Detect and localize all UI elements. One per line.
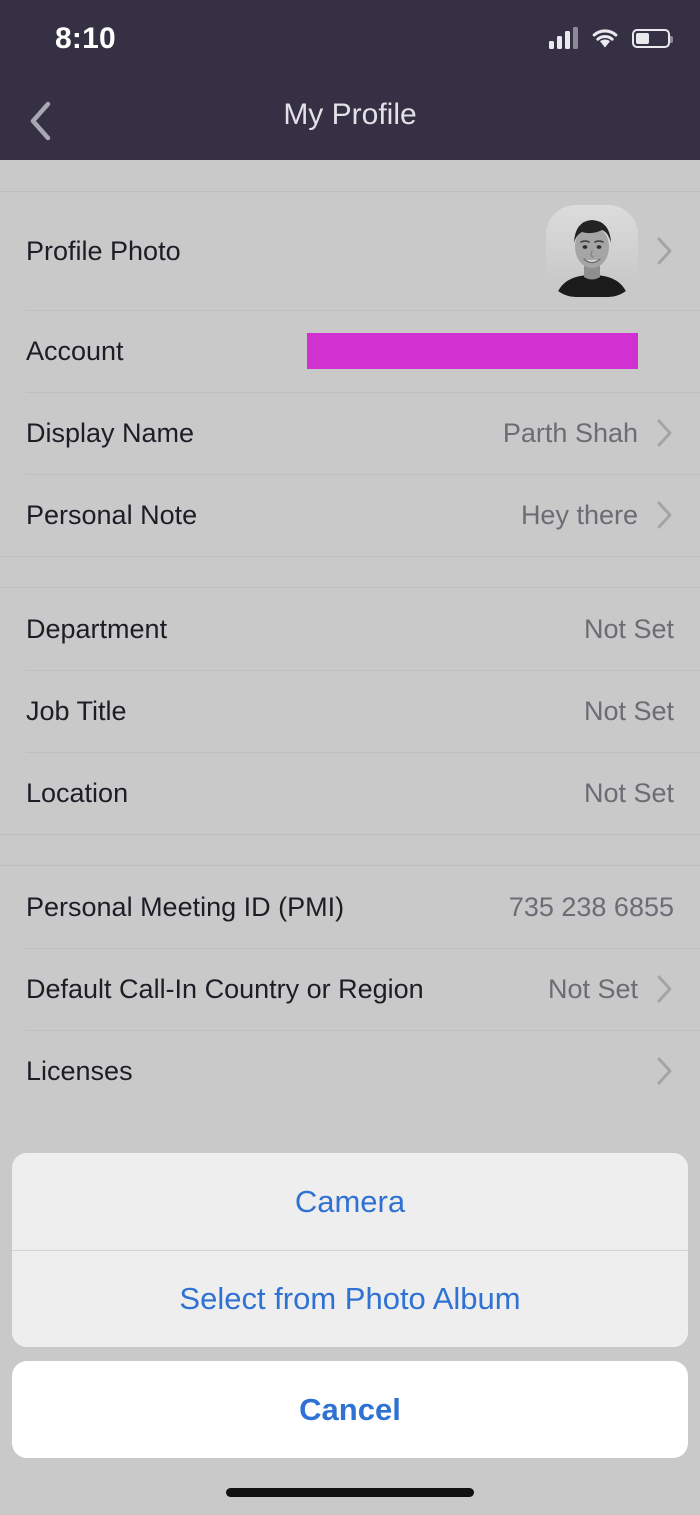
section-gap-2 — [0, 834, 700, 866]
row-label: Display Name — [26, 417, 195, 448]
row-personal-note[interactable]: Personal Note Hey there — [0, 474, 700, 556]
chevron-right-icon — [648, 1056, 674, 1086]
row-personal-meeting-id[interactable]: Personal Meeting ID (PMI) 735 238 6855 — [0, 866, 700, 948]
row-label: Licenses — [26, 1055, 133, 1086]
row-display-name[interactable]: Display Name Parth Shah — [0, 392, 700, 474]
row-department[interactable]: Department Not Set — [0, 588, 700, 670]
row-label: Personal Note — [26, 499, 198, 530]
section-gap-1 — [0, 556, 700, 588]
status-bar-icons — [549, 27, 673, 49]
row-value: 735 238 6855 — [508, 891, 674, 922]
row-value: Not Set — [583, 695, 674, 726]
row-profile-photo[interactable]: Profile Photo — [0, 192, 700, 310]
row-licenses[interactable]: Licenses — [0, 1030, 700, 1112]
section-profile: Profile Photo Account Display Name Parth… — [0, 192, 700, 556]
section-gap-top — [0, 160, 700, 192]
row-location[interactable]: Location Not Set — [0, 752, 700, 834]
avatar — [546, 205, 638, 297]
row-value: Hey there — [520, 499, 638, 530]
profile-screen: 8:10 My Profile Profile Photo Account Di… — [0, 0, 700, 1515]
cellular-signal-icon — [549, 27, 578, 49]
action-sheet-options: Camera Select from Photo Album — [12, 1153, 688, 1347]
home-indicator — [226, 1488, 474, 1497]
battery-icon — [632, 28, 673, 48]
status-bar-time: 8:10 — [55, 22, 116, 55]
row-account[interactable]: Account — [0, 310, 700, 392]
row-value: Parth Shah — [502, 417, 638, 448]
chevron-right-icon — [648, 500, 674, 530]
section-meeting-info: Personal Meeting ID (PMI) 735 238 6855 D… — [0, 866, 700, 1112]
row-label: Job Title — [26, 695, 127, 726]
chevron-right-icon — [648, 974, 674, 1004]
top-bar: 8:10 My Profile — [0, 0, 700, 160]
cancel-button[interactable]: Cancel — [12, 1361, 688, 1458]
row-label: Default Call-In Country or Region — [26, 973, 424, 1004]
camera-option[interactable]: Camera — [12, 1153, 688, 1250]
row-label: Department — [26, 613, 168, 644]
row-value: Not Set — [583, 613, 674, 644]
row-value: Not Set — [583, 777, 674, 808]
chevron-right-icon — [648, 236, 674, 266]
row-label: Profile Photo — [26, 235, 181, 266]
row-default-call-in-country[interactable]: Default Call-In Country or Region Not Se… — [0, 948, 700, 1030]
row-value: Not Set — [547, 973, 638, 1004]
wifi-icon — [591, 28, 619, 49]
chevron-right-icon — [648, 418, 674, 448]
row-label: Account — [26, 335, 124, 366]
row-job-title[interactable]: Job Title Not Set — [0, 670, 700, 752]
row-label: Personal Meeting ID (PMI) — [26, 891, 345, 922]
photo-album-option[interactable]: Select from Photo Album — [12, 1250, 688, 1347]
row-label: Location — [26, 777, 129, 808]
redacted-account-value — [307, 333, 638, 369]
section-work-info: Department Not Set Job Title Not Set Loc… — [0, 588, 700, 834]
page-title: My Profile — [283, 98, 417, 131]
